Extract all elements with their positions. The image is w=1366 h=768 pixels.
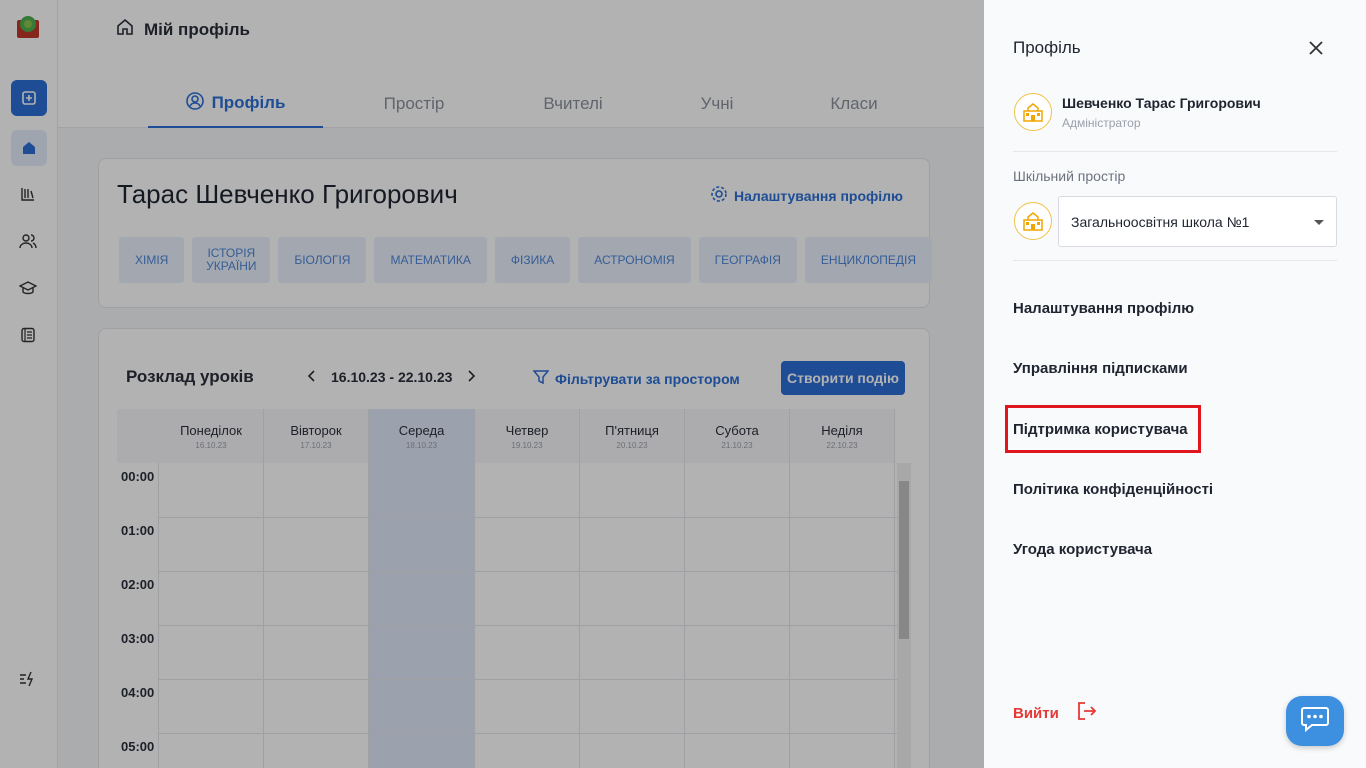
close-icon[interactable] xyxy=(1306,38,1326,58)
divider xyxy=(1013,260,1337,261)
school-avatar-icon xyxy=(1014,93,1052,131)
school-space-select[interactable]: Загальноосвітня школа №1 xyxy=(1058,196,1337,247)
menu-privacy-policy[interactable]: Політика конфіденційності xyxy=(1013,481,1213,498)
menu-subscriptions[interactable]: Управління підписками xyxy=(1013,360,1188,377)
menu-profile-settings[interactable]: Налаштування профілю xyxy=(1013,300,1194,317)
drawer-title: Профіль xyxy=(1013,38,1081,57)
school-avatar-icon xyxy=(1014,202,1052,240)
user-name: Шевченко Тарас Григорович xyxy=(1062,95,1261,111)
user-role: Адміністратор xyxy=(1062,116,1141,130)
profile-drawer: Профіль Шевченко Тарас Григорович Адміні… xyxy=(984,0,1366,768)
divider xyxy=(1013,151,1337,152)
highlight-box xyxy=(1005,405,1201,453)
logout-button[interactable]: Вийти xyxy=(1013,702,1097,724)
chat-bubble-icon xyxy=(1300,706,1330,737)
logout-icon xyxy=(1077,702,1097,724)
menu-user-agreement[interactable]: Угода користувача xyxy=(1013,541,1152,558)
modal-backdrop[interactable] xyxy=(0,0,984,768)
chat-button[interactable] xyxy=(1286,696,1344,746)
school-space-label: Шкільний простір xyxy=(1013,168,1126,184)
caret-down-icon xyxy=(1314,220,1324,225)
